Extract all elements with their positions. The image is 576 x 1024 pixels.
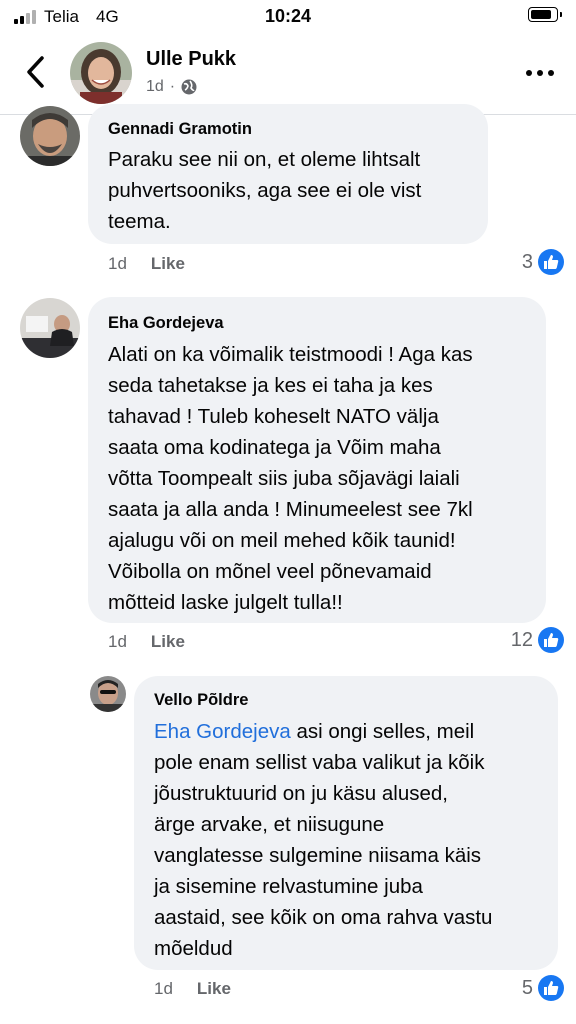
comment-meta: 1d Like bbox=[108, 254, 185, 274]
avatar[interactable] bbox=[70, 42, 132, 104]
mention-link[interactable]: Eha Gordejeva bbox=[154, 720, 291, 743]
globe-icon bbox=[181, 79, 197, 95]
post-age[interactable]: 1d bbox=[146, 78, 164, 96]
reaction-count[interactable]: 5 bbox=[522, 975, 564, 1001]
comment-author[interactable]: Vello Põldre bbox=[154, 691, 248, 710]
reaction-number: 5 bbox=[521, 976, 533, 999]
comment-meta: 1d Like bbox=[154, 979, 231, 999]
avatar[interactable] bbox=[90, 676, 126, 712]
reaction-count[interactable]: 3 bbox=[522, 249, 564, 275]
status-bar: Telia 4G 10:24 bbox=[0, 0, 576, 36]
reaction-number: 12 bbox=[510, 628, 533, 651]
comment-text: Paraku see nii on, et oleme lihtsalt puh… bbox=[108, 148, 422, 233]
like-button[interactable]: Like bbox=[151, 254, 185, 273]
reaction-number: 3 bbox=[521, 250, 533, 273]
status-time: 10:24 bbox=[264, 6, 312, 26]
avatar[interactable] bbox=[20, 106, 80, 166]
avatar[interactable] bbox=[20, 298, 80, 358]
reaction-count[interactable]: 12 bbox=[511, 627, 564, 653]
comment-time[interactable]: 1d bbox=[154, 979, 173, 998]
like-icon bbox=[538, 975, 564, 1001]
comment-author[interactable]: Gennadi Gramotin bbox=[108, 120, 252, 139]
like-button[interactable]: Like bbox=[151, 632, 185, 651]
like-button[interactable]: Like bbox=[197, 979, 231, 998]
comment-meta: 1d Like bbox=[108, 632, 185, 652]
post-author-name[interactable]: Ulle Pukk bbox=[146, 48, 236, 71]
comment-text: Alati on ka võimalik teistmoodi ! Aga ka… bbox=[108, 343, 473, 614]
more-icon[interactable] bbox=[526, 70, 554, 76]
comment-time[interactable]: 1d bbox=[108, 632, 127, 651]
like-icon bbox=[538, 249, 564, 275]
post-meta: 1d · bbox=[146, 78, 197, 96]
meta-separator: · bbox=[169, 78, 176, 95]
comment-author[interactable]: Eha Gordejeva bbox=[108, 314, 224, 333]
comment-body: asi ongi selles, meil pole enam sellist … bbox=[154, 720, 493, 960]
battery-icon bbox=[528, 7, 562, 22]
comment-time[interactable]: 1d bbox=[108, 254, 127, 273]
comment-text: Eha Gordejeva asi ongi selles, meil pole… bbox=[154, 716, 492, 964]
back-chevron-icon[interactable] bbox=[22, 52, 52, 92]
like-icon bbox=[538, 627, 564, 653]
